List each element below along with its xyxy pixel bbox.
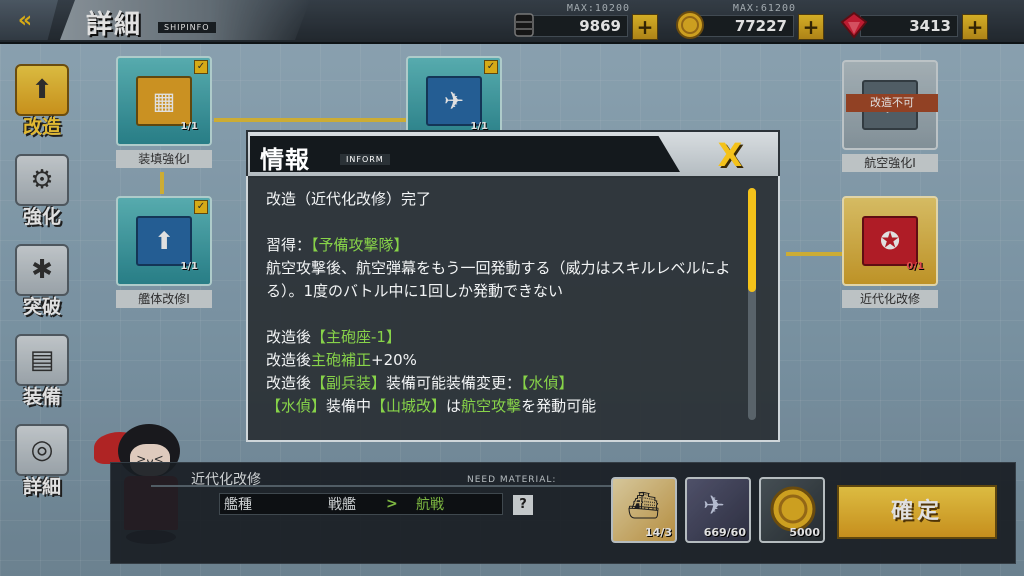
dialog-scrollbar[interactable] [748,188,756,420]
close-icon: X [717,136,743,174]
info-highlight: 【水偵】 [266,397,327,415]
info-text: 改造後 [266,351,312,369]
skill-description: 航空攻撃後、航空弾幕をもう一回発動する（威力はスキルレベルによる）。1度のバトル… [266,259,731,300]
info-text: 改造（近代化改修）完了 [266,190,432,208]
info-line: 改造後【主砲座-1】 [266,326,744,349]
info-dialog: 情報 INFORM X 改造（近代化改修）完了 習得：【予備攻撃隊】 航空攻撃後… [246,130,780,442]
info-text: 習得： [266,236,312,254]
info-highlight: 【水偵】 [521,374,574,392]
info-text: 改造後 [266,328,312,346]
info-highlight: 【山城改】 [371,397,447,415]
info-line: 改造後【副兵装】装備可能装備変更：【水偵】 [266,372,744,395]
dialog-title: 情報 [260,146,310,174]
info-text: +20% [371,351,417,369]
dialog-title-banner [250,136,680,172]
scrollbar-thumb[interactable] [748,188,756,292]
close-button[interactable]: X [690,136,770,174]
dialog-subtitle: INFORM [340,154,390,165]
info-line: 習得：【予備攻撃隊】 [266,234,744,257]
info-line: 航空攻撃後、航空弾幕をもう一回発動する（威力はスキルレベルによる）。1度のバトル… [266,257,744,303]
info-text: は [446,397,462,415]
info-line: 【水偵】装備中【山城改】は航空攻撃を発動可能 [266,395,744,418]
info-highlight: 航空攻撃 [461,397,522,415]
info-text: 装備中 [326,397,372,415]
info-text: 改造後 [266,374,312,392]
info-text: を発動可能 [521,397,597,415]
info-line: 改造（近代化改修）完了 [266,188,744,211]
dialog-header: 情報 INFORM X [246,130,780,178]
dialog-body[interactable]: 改造（近代化改修）完了 習得：【予備攻撃隊】 航空攻撃後、航空弾幕をもう一回発動… [246,176,780,442]
info-text: 装備可能装備変更： [386,374,522,392]
info-highlight: 主砲補正 [311,351,372,369]
info-highlight: 【副兵装】 [311,374,387,392]
info-line: 改造後主砲補正+20% [266,349,744,372]
skill-name: 【予備攻撃隊】 [311,236,409,254]
info-highlight: 【主砲座-1】 [311,328,401,346]
